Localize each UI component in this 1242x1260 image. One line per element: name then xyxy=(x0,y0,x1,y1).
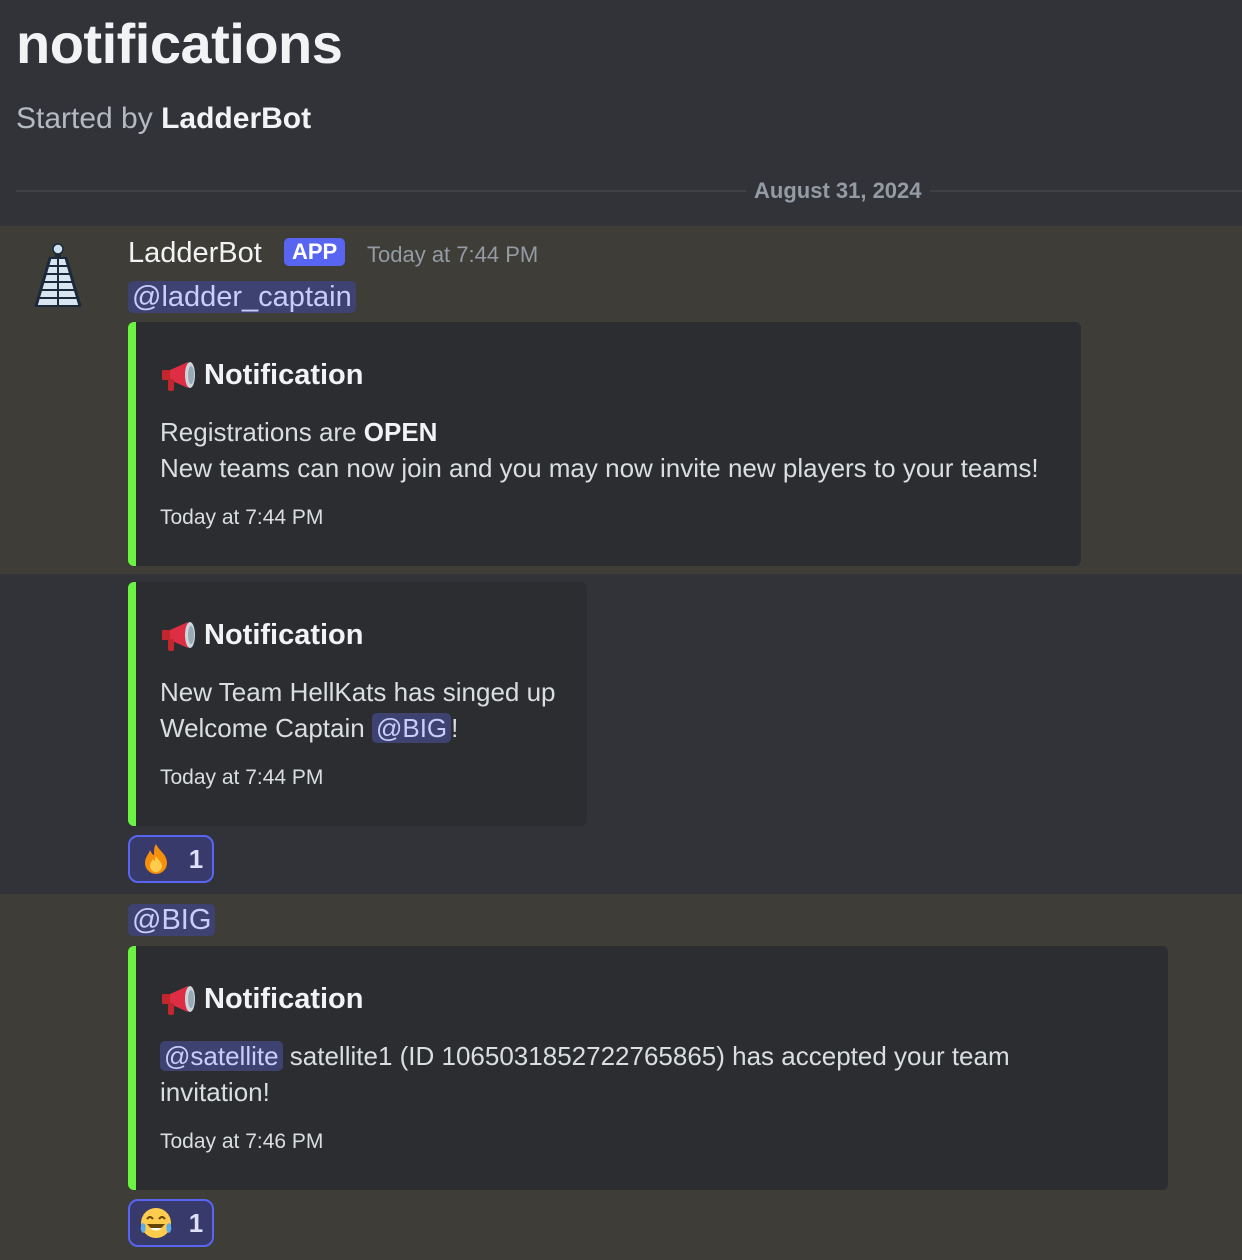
embed-text: Registrations are xyxy=(160,417,364,447)
embed-description-line: New teams can now join and you may now i… xyxy=(160,453,1039,483)
user-mention[interactable]: @ladder_captain xyxy=(128,281,356,313)
embed-title-text: Notification xyxy=(204,983,364,1015)
embed-description: Registrations are OPEN xyxy=(160,414,437,450)
megaphone-icon xyxy=(162,362,195,391)
thread-title: notifications xyxy=(16,12,343,75)
user-mention[interactable]: @satellite xyxy=(160,1041,283,1071)
embed-title: Notification xyxy=(160,356,364,394)
embed-description-line: New Team HellKats has singed up xyxy=(160,677,556,707)
message-mention-line: @ladder_captain xyxy=(128,278,356,316)
embed-text: satellite1 (ID 1065031852722765865) has … xyxy=(282,1041,1010,1071)
reaction-count: 1 xyxy=(188,1207,204,1238)
embed-title: Notification xyxy=(160,616,364,654)
embed-text: ! xyxy=(451,713,459,743)
reaction-button[interactable]: 1 xyxy=(128,835,214,883)
embed-title-text: Notification xyxy=(204,359,364,391)
message-mention-line: @BIG xyxy=(128,901,216,939)
embed-footer-timestamp: Today at 7:46 PM xyxy=(160,1130,324,1153)
notification-embed: Notification @satellite satellite1 (ID 1… xyxy=(128,946,1168,1190)
thread-started-by: Started by LadderBot xyxy=(16,100,311,138)
app-tag-badge: APP xyxy=(284,238,346,266)
embed-footer-timestamp: Today at 7:44 PM xyxy=(160,506,324,529)
embed-title: Notification xyxy=(160,980,364,1018)
date-divider-line xyxy=(16,190,1242,192)
embed-description: Welcome Captain @BIG! xyxy=(160,710,458,746)
embed-bold-text: OPEN xyxy=(363,417,438,447)
user-mention[interactable]: @BIG xyxy=(128,904,216,936)
started-by-user[interactable]: LadderBot xyxy=(161,102,311,135)
embed-text: Welcome Captain xyxy=(160,713,372,743)
message-author[interactable]: LadderBot xyxy=(128,234,262,272)
fire-emoji-icon xyxy=(144,844,167,874)
tears-of-joy-emoji-icon xyxy=(140,1208,172,1238)
reaction-count: 1 xyxy=(188,843,204,874)
ladder-tower-icon xyxy=(34,243,82,307)
megaphone-icon xyxy=(162,622,195,651)
embed-description: @satellite satellite1 (ID 10650318527227… xyxy=(160,1038,1010,1074)
notification-embed: Notification New Team HellKats has singe… xyxy=(128,582,587,826)
megaphone-icon xyxy=(162,986,195,1015)
started-by-label: Started by xyxy=(16,102,153,135)
user-mention[interactable]: @BIG xyxy=(371,713,452,743)
notification-embed: Notification Registrations are OPEN New … xyxy=(128,322,1081,566)
embed-description-line: invitation! xyxy=(160,1077,270,1107)
embed-title-text: Notification xyxy=(204,619,364,651)
embed-footer-timestamp: Today at 7:44 PM xyxy=(160,766,324,789)
reaction-button[interactable]: 1 xyxy=(128,1199,214,1247)
message-timestamp[interactable]: Today at 7:44 PM xyxy=(367,240,538,270)
bot-avatar[interactable] xyxy=(30,242,86,308)
date-divider-label: August 31, 2024 xyxy=(746,176,930,206)
